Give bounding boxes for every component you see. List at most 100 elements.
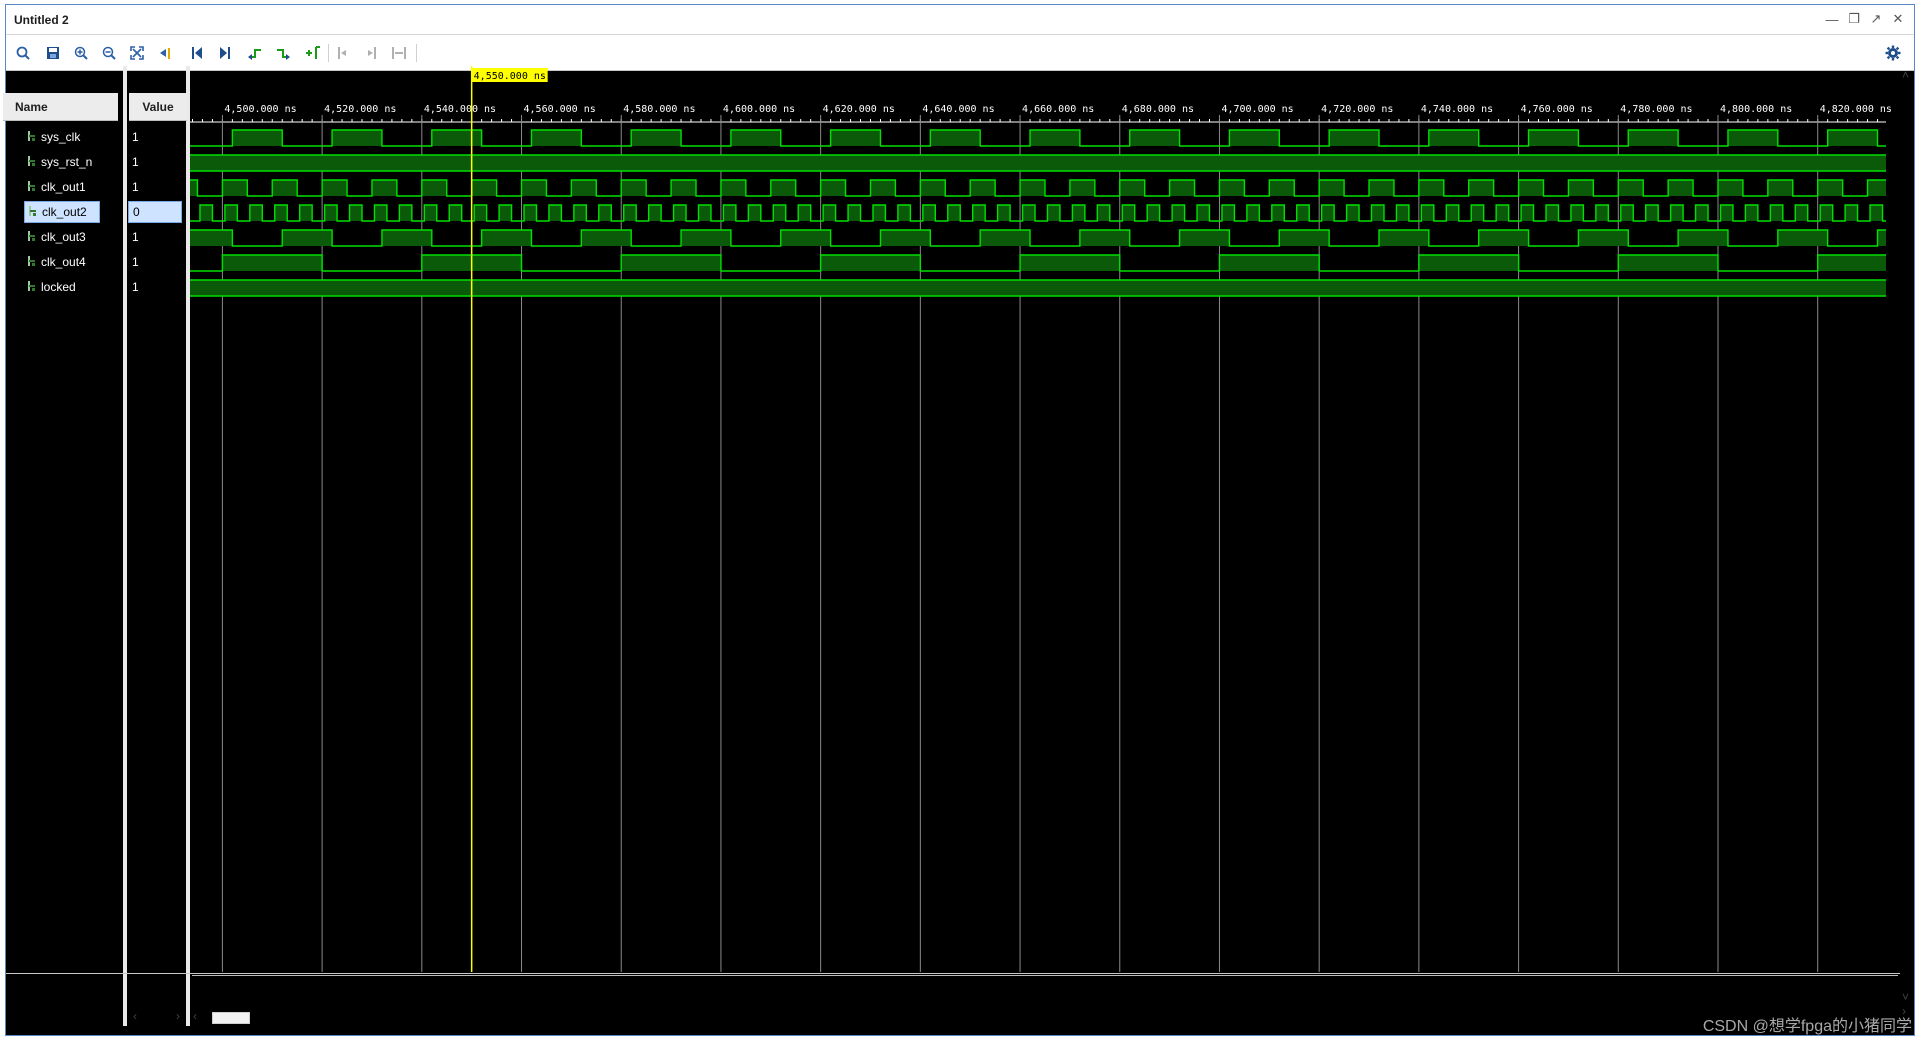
gear-icon[interactable] [1882,42,1904,64]
name-value-divider[interactable] [123,66,127,1026]
clk_out4-high-fill [1418,255,1519,271]
clk_out4-high-fill [621,255,721,271]
clk_out2-high-fill [1072,205,1085,221]
clk_out2-high-fill [1620,205,1634,221]
signal-name-row[interactable]: sys_clk [24,126,102,148]
clk_out2-high-fill [673,205,687,221]
signal-value-cell: 1 [132,155,139,169]
signal-name-row[interactable]: clk_out2 [24,201,100,223]
wave-horizontal-scrollbar-thumb[interactable] [212,1012,250,1024]
clk_out2-high-fill [897,205,911,221]
clk_out2-high-fill [723,205,736,221]
clk_out2-high-fill [1870,205,1883,221]
signal-name-row[interactable]: sys_rst_n [24,151,102,173]
next-transition-icon[interactable] [272,42,294,64]
name-column-header[interactable]: Name [3,93,118,121]
clk_out3-high-fill [581,230,632,246]
clk_out2-high-fill [1172,205,1185,221]
restore-icon[interactable]: ❐ [1846,11,1862,27]
go-to-end-icon[interactable] [214,42,236,64]
clk_out2-high-fill [648,205,662,221]
signal-name-row[interactable]: clk_out1 [24,176,102,198]
waveform-canvas[interactable]: 4,500.000 ns 4,520.000 ns 4,540.000 ns 4,56… [190,66,1902,973]
signal-wire-icon [26,280,36,295]
signal-name-row[interactable]: clk_out3 [24,226,102,248]
clk_out2-high-fill [598,205,612,221]
clk_out1-high-fill [720,180,746,196]
sys_clk-high-fill [1628,130,1679,146]
go-to-cursor-icon[interactable] [156,42,178,64]
time-tick-label: 4,740.000 ns [1421,104,1493,115]
sys_clk-high-fill [1428,130,1479,146]
clk_out1-high-fill [1767,180,1793,196]
clk_out1-high-fill [1219,180,1245,196]
sys_clk-high-fill [1229,130,1280,146]
time-cursor-label: 4,550.000 ns [474,71,546,82]
signal-wire-icon [26,180,36,195]
sys_clk-high-fill [232,130,283,146]
time-tick-label: 4,640.000 ns [922,104,994,115]
clk_out3-high-fill [1478,230,1529,246]
go-to-start-icon[interactable] [186,42,208,64]
previous-transition-icon[interactable] [244,42,266,64]
swap-cursors-icon[interactable] [388,42,410,64]
signal-name-row[interactable]: locked [24,276,102,298]
value-column-header[interactable]: Value [129,93,187,121]
signal-value-cell: 0 [128,201,182,223]
zoom-fit-icon[interactable] [126,42,148,64]
clk_out1-high-fill [1668,180,1694,196]
clk_out2-high-fill [524,205,537,221]
name-scroll-left-icon[interactable]: ‹ [133,1009,137,1023]
clk_out1-high-fill [371,180,397,196]
clk_out4-high-fill [1020,255,1120,271]
clk_out1-high-fill [770,180,796,196]
sys_clk-high-fill [431,130,482,146]
sys_clk-high-fill [730,130,781,146]
clk_out3-high-fill [681,230,731,246]
clk_out1-high-fill [671,180,697,196]
title-bar: Untitled 2 — ❐ ↗ ✕ [6,5,1914,35]
clk_out4-high-fill [1817,255,1886,271]
sys_clk-high-fill [1129,130,1180,146]
next-marker-icon[interactable] [360,42,382,64]
wave-scroll-up-icon[interactable]: ˄ [1902,68,1909,82]
wave-scroll-down-icon[interactable]: ˅ [1902,990,1909,1004]
close-icon[interactable]: ✕ [1890,11,1906,27]
clk_out1-high-fill [272,180,298,196]
signal-value-cell: 1 [132,180,139,194]
clk_out2-high-fill [374,205,387,221]
clk_out1-high-fill [1269,180,1295,196]
minimize-icon[interactable]: — [1824,11,1840,27]
clk_out2-high-fill [848,205,861,221]
clk_out1-high-fill [1119,180,1145,196]
search-icon[interactable] [12,42,34,64]
clk_out2-high-fill [1371,205,1384,221]
signal-value-cell: 1 [132,255,139,269]
name-scroll-right-icon[interactable]: › [176,1009,180,1023]
signal-value-cell: 1 [132,130,139,144]
clk_out1-high-fill [1618,180,1644,196]
clk_out2-high-fill [823,205,836,221]
sys_clk-high-fill [631,130,682,146]
add-marker-icon[interactable] [302,42,324,64]
sys_clk-high-fill [1827,130,1878,146]
time-tick-label: 4,520.000 ns [324,104,396,115]
sys_clk-high-fill [930,130,981,146]
clk_out3-high-fill [1777,230,1828,246]
signal-name-label: sys_clk [41,130,81,144]
clk_out1-high-fill [521,180,547,196]
signal-name-label: clk_out1 [41,180,86,194]
clk_out2-high-fill [399,205,412,221]
clk_out2-high-fill [947,205,961,221]
clk_out2-high-fill [1770,205,1783,221]
signal-name-row[interactable]: clk_out4 [24,251,102,273]
zoom-out-icon[interactable] [98,42,120,64]
clk_out2-high-fill [1271,205,1285,221]
save-icon[interactable] [42,42,64,64]
wave-scroll-left-icon[interactable]: ‹ [193,1009,197,1023]
maximize-icon[interactable]: ↗ [1868,11,1884,27]
clk_out2-high-fill [1546,205,1559,221]
previous-marker-icon[interactable] [332,42,354,64]
zoom-in-icon[interactable] [70,42,92,64]
clk_out2-high-fill [299,205,313,221]
